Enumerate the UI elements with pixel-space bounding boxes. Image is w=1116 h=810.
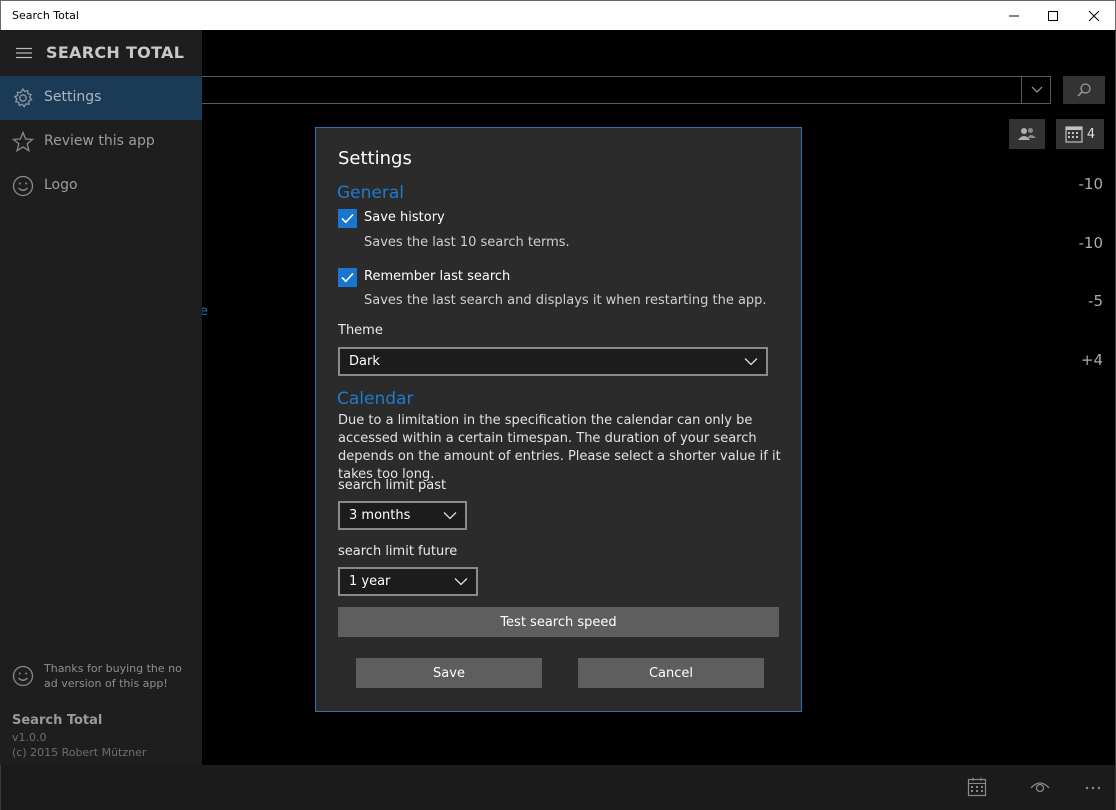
past-limit-label: search limit past [338, 478, 447, 493]
save-button[interactable]: Save [356, 658, 542, 688]
smiley-icon [12, 665, 34, 687]
search-icon [1077, 83, 1091, 97]
search-input[interactable] [171, 76, 1051, 104]
people-icon [1018, 128, 1036, 140]
settings-dialog: Settings General Save history Saves the … [315, 127, 802, 712]
title-bar: Search Total [0, 0, 1116, 30]
more-icon[interactable] [1085, 785, 1101, 791]
star-icon [12, 131, 34, 153]
calendar-icon[interactable] [967, 777, 987, 797]
result-count: -10 [1078, 175, 1104, 193]
checkbox-box[interactable] [338, 268, 357, 287]
theme-select[interactable]: Dark [338, 347, 768, 376]
checkbox-label: Save history [364, 210, 445, 225]
eye-icon[interactable] [1029, 777, 1051, 797]
calendar-filter-button[interactable]: 4 [1056, 119, 1104, 149]
gear-icon [13, 87, 33, 108]
app-version: v1.0.0 [12, 731, 47, 744]
sidebar-item-review[interactable]: Review this app [0, 120, 202, 164]
checkbox-box[interactable] [338, 209, 357, 228]
maximize-icon [1048, 10, 1058, 21]
app-brand: SEARCH TOTAL [46, 43, 185, 62]
window-title: Search Total [12, 9, 79, 22]
result-count: -5 [1088, 292, 1103, 310]
chevron-down-icon[interactable] [1029, 83, 1045, 97]
sidebar-item-label: Settings [44, 89, 102, 105]
result-count: +4 [1080, 351, 1103, 369]
sidebar-item-settings[interactable]: Settings [0, 76, 202, 120]
search-divider [1021, 77, 1022, 103]
cancel-button[interactable]: Cancel [578, 658, 764, 688]
app-name: Search Total [12, 713, 103, 728]
dialog-title: Settings [338, 148, 412, 169]
past-limit-select[interactable]: 3 months [338, 501, 467, 530]
checkbox-label: Remember last search [364, 269, 511, 284]
nav-pane: SEARCH TOTAL Settings Review this app Lo… [0, 30, 202, 765]
result-count: -10 [1078, 234, 1104, 252]
contacts-filter-button[interactable] [1009, 119, 1045, 149]
theme-value: Dark [349, 354, 380, 369]
sidebar-item-label: Logo [44, 177, 78, 193]
hamburger-menu-icon[interactable] [16, 47, 32, 59]
search-button[interactable] [1063, 76, 1105, 104]
section-heading-calendar: Calendar [337, 389, 414, 409]
chevron-down-icon [443, 512, 457, 520]
calendar-icon [1065, 126, 1083, 143]
command-bar [1, 765, 1115, 810]
checkmark-icon [341, 213, 354, 224]
sidebar-item-logo[interactable]: Logo [0, 164, 202, 208]
calendar-description: Due to a limitation in the specification… [338, 413, 781, 482]
calendar-count: 4 [1086, 126, 1096, 142]
test-search-speed-button[interactable]: Test search speed [338, 607, 779, 637]
save-history-hint: Saves the last 10 search terms. [364, 235, 570, 250]
theme-label: Theme [338, 323, 383, 338]
smiley-icon [12, 175, 34, 197]
past-limit-value: 3 months [349, 508, 411, 523]
thanks-message: Thanks for buying the no ad version of t… [44, 662, 182, 690]
chevron-down-icon [744, 358, 758, 366]
section-heading-general: General [337, 183, 404, 203]
remember-search-hint: Saves the last search and displays it wh… [364, 293, 767, 308]
maximize-button[interactable] [1030, 1, 1076, 30]
close-button[interactable] [1071, 1, 1116, 30]
future-limit-label: search limit future [338, 544, 458, 559]
copyright: (c) 2015 Robert Mützner [12, 746, 147, 759]
future-limit-value: 1 year [349, 574, 391, 589]
sidebar-item-label: Review this app [44, 133, 155, 149]
future-limit-select[interactable]: 1 year [338, 567, 478, 596]
close-icon [1088, 10, 1100, 21]
checkmark-icon [341, 272, 354, 283]
chevron-down-icon [454, 578, 468, 586]
minimize-icon [1009, 15, 1019, 16]
